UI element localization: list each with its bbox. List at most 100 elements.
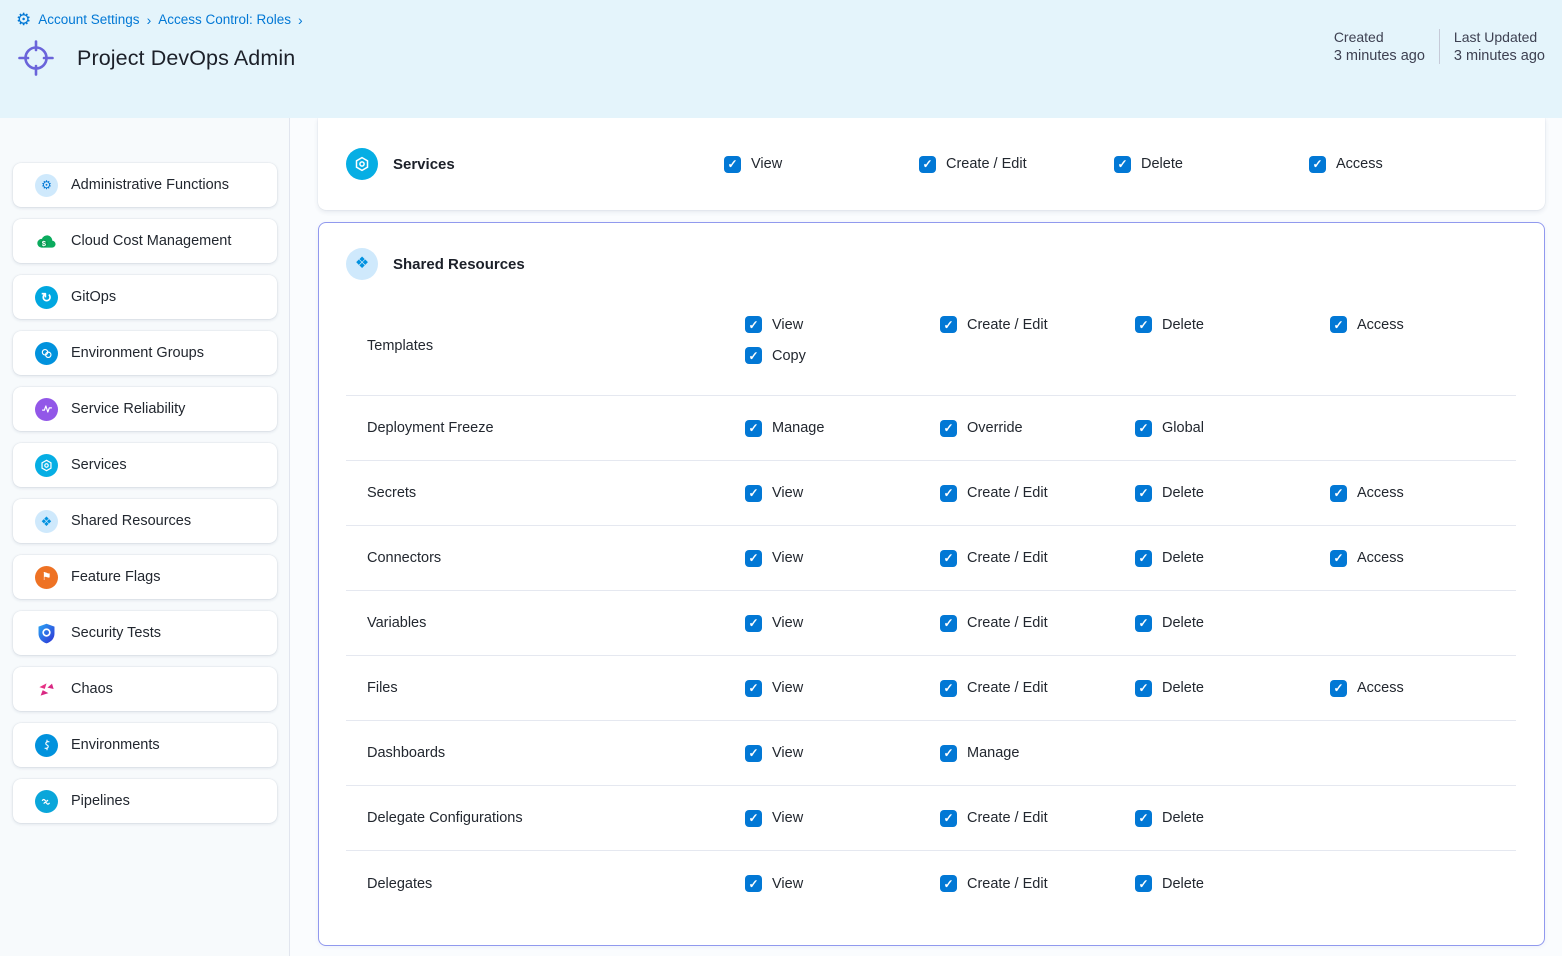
resource-category-sidebar: ⚙Administrative Functions $Cloud Cost Man… bbox=[0, 118, 290, 956]
permission-checkbox-access[interactable]: ✓ Access bbox=[1309, 156, 1383, 173]
breadcrumb-account-settings[interactable]: Account Settings bbox=[38, 12, 139, 27]
checkbox-checked-icon[interactable]: ✓ bbox=[940, 615, 957, 632]
sidebar-item-label: Services bbox=[71, 457, 127, 473]
sidebar-item-feature-flags[interactable]: ⚑Feature Flags bbox=[13, 555, 277, 599]
checkbox-checked-icon[interactable]: ✓ bbox=[745, 745, 762, 762]
permission-checkbox-access[interactable]: ✓Access bbox=[1330, 316, 1404, 333]
sidebar-item-environments[interactable]: Environments bbox=[13, 723, 277, 767]
checkbox-checked-icon[interactable]: ✓ bbox=[940, 550, 957, 567]
checkbox-checked-icon[interactable]: ✓ bbox=[1330, 680, 1347, 697]
permission-checkbox-view[interactable]: ✓View bbox=[745, 680, 803, 697]
permission-checkbox-view[interactable]: ✓View bbox=[745, 316, 803, 333]
sidebar-item-shared-resources[interactable]: ❖Shared Resources bbox=[13, 499, 277, 543]
permission-checkbox-view[interactable]: ✓View bbox=[745, 615, 803, 632]
sidebar-item-administrative-functions[interactable]: ⚙Administrative Functions bbox=[13, 163, 277, 207]
checkbox-checked-icon[interactable]: ✓ bbox=[940, 680, 957, 697]
sidebar-item-chaos[interactable]: Chaos bbox=[13, 667, 277, 711]
checkbox-checked-icon[interactable]: ✓ bbox=[745, 550, 762, 567]
permission-checkbox-view[interactable]: ✓View bbox=[745, 875, 803, 892]
sidebar-item-gitops[interactable]: ↻GitOps bbox=[13, 275, 277, 319]
permission-checkbox-access[interactable]: ✓Access bbox=[1330, 550, 1404, 567]
checkbox-checked-icon[interactable]: ✓ bbox=[940, 420, 957, 437]
permission-checkbox-delete[interactable]: ✓Delete bbox=[1135, 485, 1204, 502]
checkbox-checked-icon[interactable]: ✓ bbox=[745, 680, 762, 697]
checkbox-checked-icon[interactable]: ✓ bbox=[1330, 316, 1347, 333]
checkbox-checked-icon[interactable]: ✓ bbox=[1135, 420, 1152, 437]
permission-cell: ✓Global bbox=[1135, 420, 1330, 437]
permission-checkbox-copy[interactable]: ✓ Copy bbox=[745, 347, 806, 364]
checkbox-checked-icon[interactable]: ✓ bbox=[1135, 680, 1152, 697]
permission-checkbox-delete[interactable]: ✓ Delete bbox=[1135, 875, 1204, 892]
sidebar-item-pipelines[interactable]: Pipelines bbox=[13, 779, 277, 823]
checkbox-checked-icon[interactable]: ✓ bbox=[1330, 550, 1347, 567]
checkbox-checked-icon[interactable]: ✓ bbox=[1309, 156, 1326, 173]
permission-checkbox-access[interactable]: ✓Access bbox=[1330, 680, 1404, 697]
permission-checkbox-delete[interactable]: ✓Delete bbox=[1135, 550, 1204, 567]
checkbox-checked-icon[interactable]: ✓ bbox=[1135, 316, 1152, 333]
checkbox-checked-icon[interactable]: ✓ bbox=[940, 875, 957, 892]
permission-checkbox-create-edit[interactable]: ✓Create / Edit bbox=[940, 875, 1048, 892]
checkbox-checked-icon[interactable]: ✓ bbox=[940, 810, 957, 827]
services-permission-row: Services ✓View✓Create / Edit✓Delete✓Acce… bbox=[318, 118, 1545, 210]
permission-checkbox-global[interactable]: ✓Global bbox=[1135, 420, 1204, 437]
checkbox-checked-icon[interactable]: ✓ bbox=[1114, 156, 1131, 173]
permission-checkbox-delete[interactable]: ✓Delete bbox=[1114, 156, 1183, 173]
permission-checkbox-override[interactable]: ✓Override bbox=[940, 420, 1023, 437]
checkbox-checked-icon[interactable]: ✓ bbox=[745, 485, 762, 502]
checkbox-checked-icon[interactable]: ✓ bbox=[745, 316, 762, 333]
checkbox-checked-icon[interactable]: ✓ bbox=[745, 347, 762, 364]
checkbox-checked-icon[interactable]: ✓ bbox=[1135, 550, 1152, 567]
permission-checkbox-delete[interactable]: ✓ Delete bbox=[1135, 680, 1204, 697]
sidebar-item-security-tests[interactable]: Security Tests bbox=[13, 611, 277, 655]
permission-cell: ✓View bbox=[745, 810, 940, 827]
permission-checkbox-manage[interactable]: ✓Manage bbox=[940, 745, 1019, 762]
checkbox-checked-icon[interactable]: ✓ bbox=[940, 745, 957, 762]
permission-checkbox-create-edit[interactable]: ✓Create / Edit bbox=[940, 615, 1048, 632]
permission-checkbox-view[interactable]: ✓View bbox=[745, 550, 803, 567]
sidebar-item-environment-groups[interactable]: Environment Groups bbox=[13, 331, 277, 375]
permission-checkbox-delete[interactable]: ✓Delete bbox=[1135, 316, 1204, 333]
permission-cell: ✓Manage bbox=[745, 420, 940, 437]
sidebar-item-service-reliability[interactable]: Service Reliability bbox=[13, 387, 277, 431]
checkbox-checked-icon[interactable]: ✓ bbox=[745, 810, 762, 827]
checkbox-checked-icon[interactable]: ✓ bbox=[745, 875, 762, 892]
permission-checkbox-create-edit[interactable]: ✓Create / Edit bbox=[940, 550, 1048, 567]
permission-checkbox-view[interactable]: ✓View bbox=[745, 485, 803, 502]
permission-checkbox-delete[interactable]: ✓ Delete bbox=[1135, 810, 1204, 827]
checkbox-checked-icon[interactable]: ✓ bbox=[919, 156, 936, 173]
breadcrumb-access-control-roles[interactable]: Access Control: Roles bbox=[158, 12, 291, 27]
checkbox-checked-icon[interactable]: ✓ bbox=[940, 316, 957, 333]
permission-checkbox-create-edit[interactable]: ✓Create / Edit bbox=[940, 810, 1048, 827]
checkbox-checked-icon[interactable]: ✓ bbox=[745, 615, 762, 632]
checkbox-label: Delete bbox=[1162, 876, 1204, 892]
permission-cell: ✓ Delete bbox=[1135, 680, 1330, 697]
checkbox-checked-icon[interactable]: ✓ bbox=[745, 420, 762, 437]
permission-checkbox-manage[interactable]: ✓Manage bbox=[745, 420, 824, 437]
checkbox-label: Delete bbox=[1162, 680, 1204, 696]
checkbox-label: Delete bbox=[1162, 810, 1204, 826]
page-header: ⚙ Account Settings › Access Control: Rol… bbox=[0, 0, 1562, 118]
permission-cell: ✓View bbox=[745, 485, 940, 502]
sidebar-item-cloud-cost-management[interactable]: $Cloud Cost Management bbox=[13, 219, 277, 263]
permission-checkbox-delete[interactable]: ✓Delete bbox=[1135, 615, 1204, 632]
checkbox-checked-icon[interactable]: ✓ bbox=[1330, 485, 1347, 502]
cloud-cost-management-icon: $ bbox=[35, 230, 58, 253]
checkbox-checked-icon[interactable]: ✓ bbox=[1135, 485, 1152, 502]
checkbox-checked-icon[interactable]: ✓ bbox=[1135, 615, 1152, 632]
permission-checkbox-create-edit[interactable]: ✓Create / Edit bbox=[940, 680, 1048, 697]
permission-checkbox-view[interactable]: ✓View bbox=[724, 156, 782, 173]
sidebar-item-services[interactable]: Services bbox=[13, 443, 277, 487]
checkbox-label: Copy bbox=[772, 348, 806, 364]
checkbox-label: Access bbox=[1336, 156, 1383, 172]
checkbox-checked-icon[interactable]: ✓ bbox=[940, 485, 957, 502]
checkbox-checked-icon[interactable]: ✓ bbox=[1135, 875, 1152, 892]
checkbox-checked-icon[interactable]: ✓ bbox=[724, 156, 741, 173]
permission-checkbox-view[interactable]: ✓View bbox=[745, 745, 803, 762]
permission-checkbox-create-edit[interactable]: ✓Create / Edit bbox=[919, 156, 1027, 173]
permission-checkbox-access[interactable]: ✓Access bbox=[1330, 485, 1404, 502]
permission-checkbox-create-edit[interactable]: ✓Create / Edit bbox=[940, 316, 1048, 333]
checkbox-checked-icon[interactable]: ✓ bbox=[1135, 810, 1152, 827]
permission-cell: ✓Create / Edit bbox=[940, 316, 1135, 333]
permission-checkbox-view[interactable]: ✓View bbox=[745, 810, 803, 827]
permission-checkbox-create-edit[interactable]: ✓Create / Edit bbox=[940, 485, 1048, 502]
